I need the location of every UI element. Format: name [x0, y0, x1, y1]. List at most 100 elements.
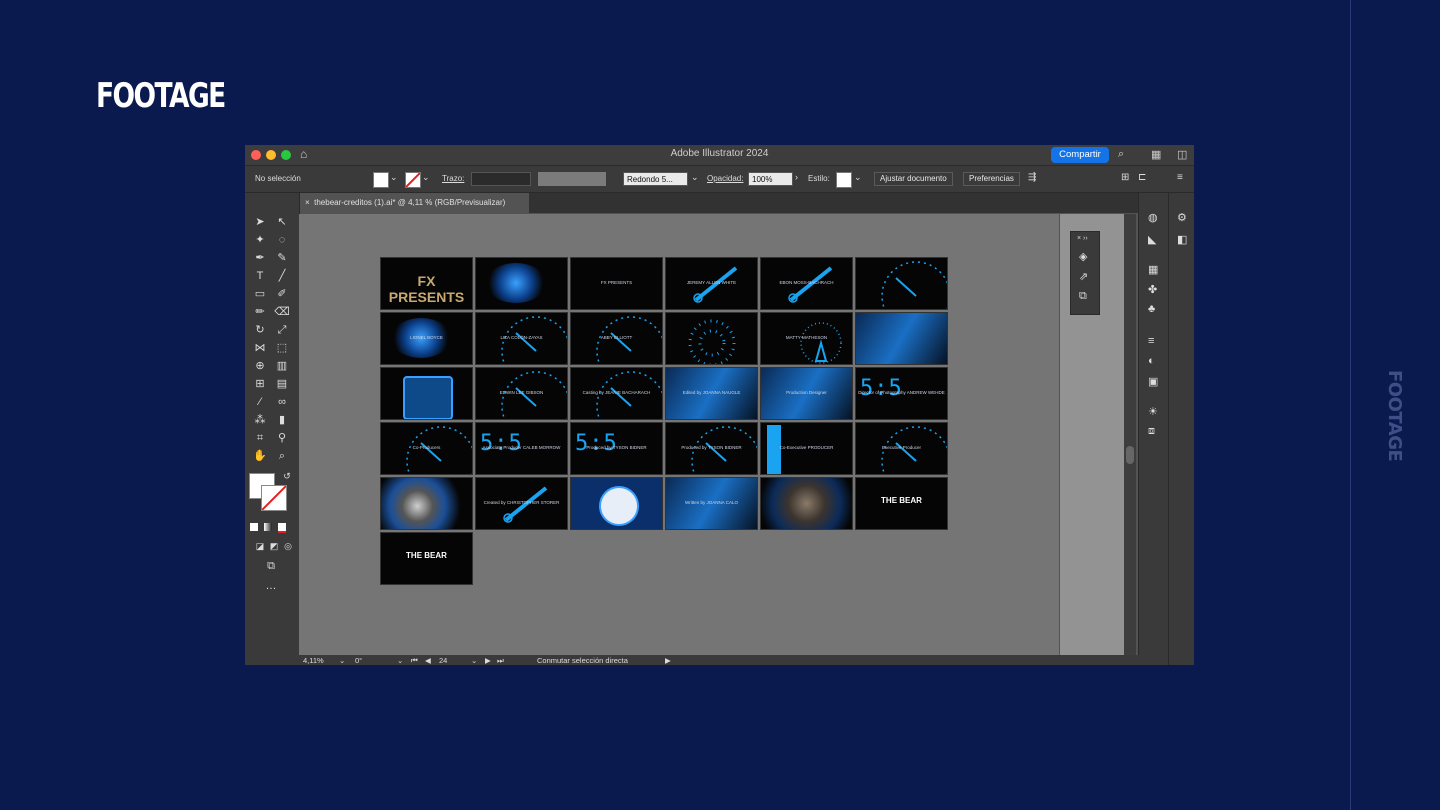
artboard[interactable]: 5:5 Associate Producer CALEB MORROW	[475, 422, 568, 475]
type-tool-icon[interactable]: T	[252, 269, 268, 283]
artboard[interactable]: Casting by JEANIE BACHARACH	[570, 367, 663, 420]
symbol-sprayer-tool-icon[interactable]: ⁂	[252, 413, 268, 427]
hand-tool-icon[interactable]: ✋	[252, 449, 268, 463]
gradient-panel-icon[interactable]: ▣	[1148, 375, 1158, 388]
artboard[interactable]: THE BEAR	[855, 477, 948, 530]
artboard[interactable]: FX PRESENTS	[570, 257, 663, 310]
lasso-tool-icon[interactable]: ◌	[274, 233, 290, 247]
swap-colors-icon[interactable]: ↺	[279, 469, 295, 483]
zoom-tool-icon[interactable]: ⌕	[274, 449, 290, 463]
artboard[interactable]	[570, 477, 663, 530]
artboard[interactable]: Written by JOANNA CALO	[665, 477, 758, 530]
variable-width-field[interactable]	[538, 172, 606, 186]
artboard[interactable]: EBON MOSS-BACHRACH	[760, 257, 853, 310]
next-artboard-icon[interactable]: ▶	[485, 656, 491, 665]
artboard[interactable]: 5:5 Director of Photography ANDREW WEHDE	[855, 367, 948, 420]
scroll-thumb[interactable]	[1126, 446, 1134, 464]
color-panel-icon[interactable]: ◍	[1148, 211, 1158, 224]
stroke-color-box[interactable]	[261, 485, 287, 511]
artboard[interactable]: 5:5 Produced by TYSON BIDNER	[570, 422, 663, 475]
edit-toolbar-icon[interactable]: …	[263, 579, 279, 593]
stroke-panel-icon[interactable]: ≡	[1148, 335, 1154, 347]
artboard[interactable]: LIONEL BOYCE	[380, 312, 473, 365]
line-tool-icon[interactable]: ╱	[274, 269, 290, 283]
rotation-value[interactable]: 0°	[355, 656, 362, 665]
libraries-icon[interactable]: ◧	[1177, 233, 1187, 246]
stroke-dropdown-icon[interactable]: ⌄	[422, 172, 430, 183]
opacity-label[interactable]: Opacidad:	[707, 174, 743, 183]
style-dropdown-icon[interactable]: ⌄	[854, 172, 862, 183]
properties-icon[interactable]: ⚙	[1177, 211, 1187, 224]
fill-dropdown-icon[interactable]: ⌄	[390, 172, 398, 183]
eyedropper-tool-icon[interactable]: ⁄	[252, 395, 268, 409]
color-mode-icon[interactable]	[250, 523, 258, 531]
column-graph-tool-icon[interactable]: ▮	[274, 413, 290, 427]
rotation-dropdown-icon[interactable]: ⌄	[397, 656, 403, 665]
style-swatch[interactable]	[836, 172, 852, 188]
artboard[interactable]	[380, 367, 473, 420]
transparency-icon[interactable]: ◐	[1148, 355, 1155, 367]
artboard[interactable]: ABBY ELLIOTT	[570, 312, 663, 365]
magic-wand-tool-icon[interactable]: ✦	[252, 233, 268, 247]
artboard[interactable]: THE BEAR	[380, 532, 473, 585]
brush-field[interactable]: Redondo 5...	[623, 172, 688, 186]
width-tool-icon[interactable]: ⋈	[252, 341, 268, 355]
rotate-tool-icon[interactable]: ↻	[252, 323, 268, 337]
artboard[interactable]	[475, 257, 568, 310]
artboard[interactable]: LIZA COLÓN-ZAYAS	[475, 312, 568, 365]
status-menu-arrow-icon[interactable]: ▶	[665, 656, 671, 665]
previous-artboard-icon[interactable]: ◀	[425, 656, 431, 665]
artboard[interactable]	[855, 312, 948, 365]
gradient-tool-icon[interactable]: ▤	[274, 377, 290, 391]
stroke-swatch[interactable]	[405, 172, 421, 188]
pen-tool-icon[interactable]: ✒	[252, 251, 268, 265]
screen-mode-icon[interactable]: ⧉	[263, 559, 279, 573]
stroke-weight-field[interactable]	[471, 172, 531, 186]
blend-tool-icon[interactable]: ∞	[274, 395, 290, 409]
brushes-icon[interactable]: ✤	[1148, 283, 1157, 296]
artboard[interactable]	[760, 477, 853, 530]
arrange-icon[interactable]: ⊞	[1121, 172, 1129, 183]
artboard[interactable]: JEREMY ALLEN WHITE	[665, 257, 758, 310]
preferences-button[interactable]: Preferencias	[963, 172, 1020, 186]
panel-toggle-icon[interactable]: ◫	[1177, 148, 1187, 161]
opacity-field[interactable]: 100%	[748, 172, 793, 186]
slice-tool-icon[interactable]: ⚲	[274, 431, 290, 445]
zoom-dropdown-icon[interactable]: ⌄	[339, 656, 345, 665]
artboard[interactable]: Co-Executive PRODUCER	[760, 422, 853, 475]
shaper-tool-icon[interactable]: ✏	[252, 305, 268, 319]
artboard[interactable]: Production Designer	[760, 367, 853, 420]
artboard-number[interactable]: 24	[439, 656, 447, 665]
vertical-scrollbar[interactable]	[1124, 214, 1136, 655]
artboard[interactable]: Executive Producer	[855, 422, 948, 475]
artboard-tool-icon[interactable]: ⌗	[252, 431, 268, 445]
curvature-tool-icon[interactable]: ✎	[274, 251, 290, 265]
color-guide-icon[interactable]: ◣	[1148, 233, 1156, 246]
mesh-tool-icon[interactable]: ⊞	[252, 377, 268, 391]
export-icon[interactable]: ⇗	[1079, 270, 1088, 283]
eraser-tool-icon[interactable]: ⌫	[274, 305, 290, 319]
tab-close-icon[interactable]: ×	[305, 198, 314, 207]
artboard[interactable]: Produced by TYSON BIDNER	[665, 422, 758, 475]
opacity-arrow-icon[interactable]: ›	[795, 172, 798, 182]
stroke-label[interactable]: Trazo:	[442, 174, 464, 183]
appearance-icon[interactable]: ☀	[1148, 405, 1158, 418]
artboard[interactable]	[855, 257, 948, 310]
align-icon[interactable]: ⇶	[1028, 172, 1036, 183]
artboard[interactable]: FX PRESENTS	[380, 257, 473, 310]
artboard[interactable]	[380, 477, 473, 530]
canvas-area[interactable]: FX PRESENTS FX PRESENTS JEREMY ALLEN WHITE…	[299, 214, 1059, 655]
paintbrush-tool-icon[interactable]: ✐	[274, 287, 290, 301]
direct-selection-tool-icon[interactable]: ↖	[274, 215, 290, 229]
artboard[interactable]: EDWIN LEE GIBSON	[475, 367, 568, 420]
symbols-icon[interactable]: ♣	[1148, 303, 1155, 315]
perspective-grid-tool-icon[interactable]: ▥	[274, 359, 290, 373]
snap-icon[interactable]: ⊏	[1138, 172, 1146, 183]
search-icon[interactable]: ⌕	[1118, 148, 1124, 161]
artboards-panel-icon[interactable]: ⧉	[1079, 290, 1087, 303]
draw-inside-icon[interactable]: ◎	[280, 539, 296, 553]
zoom-level[interactable]: 4,11%	[303, 656, 324, 665]
gradient-mode-icon[interactable]	[264, 523, 272, 531]
document-tab[interactable]: × thebear-creditos (1).ai* @ 4,11 % (RGB…	[299, 193, 529, 213]
workspace-switcher-icon[interactable]: ▦	[1151, 148, 1161, 161]
